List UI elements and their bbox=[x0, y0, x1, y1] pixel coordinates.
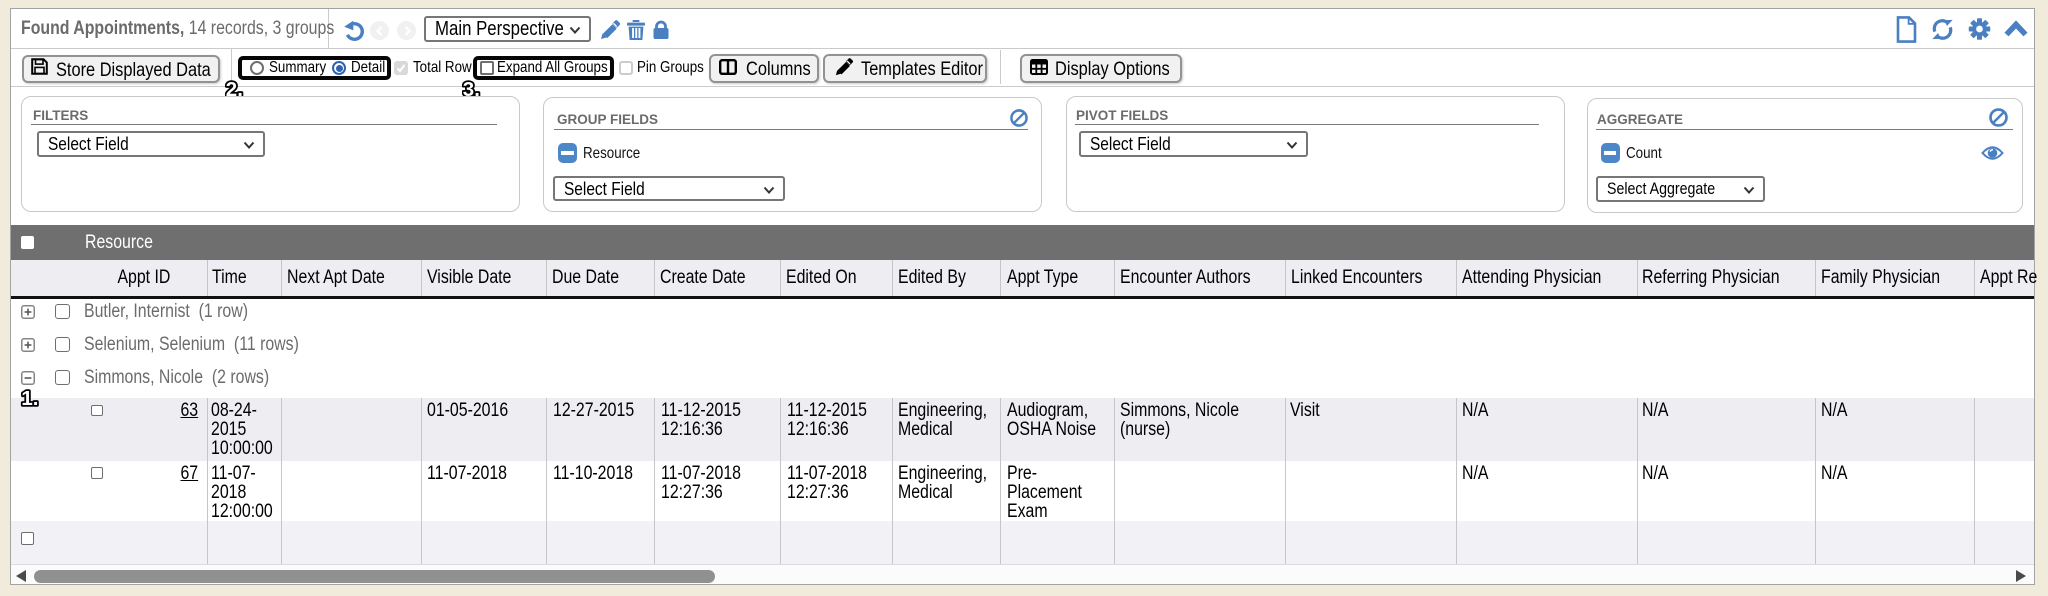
svg-text:1.: 1. bbox=[21, 386, 38, 409]
